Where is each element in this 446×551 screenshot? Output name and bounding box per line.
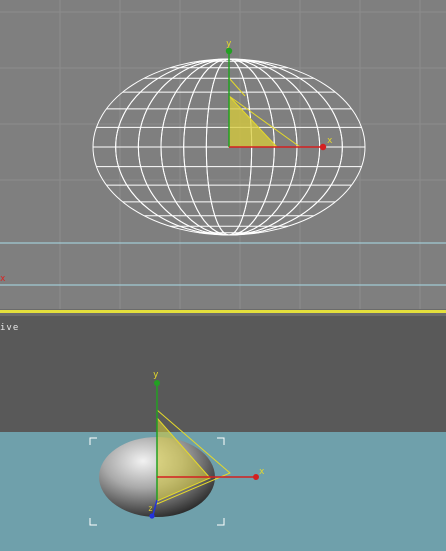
axis-x-label: x [327,136,333,146]
axis-z-label: z [148,504,153,513]
x-axis-tip[interactable] [319,143,327,151]
move-gizmo-icon[interactable]: y x [225,39,333,151]
z-axis-tip[interactable] [149,513,155,519]
y-axis-tip[interactable] [154,380,160,386]
viewport-grid [0,0,446,309]
viewport-edge-axis-label: x [0,274,6,284]
axis-y-label: y [226,39,232,49]
front-viewport[interactable]: y x x [0,0,446,309]
viewport-separator[interactable] [0,309,446,316]
axis-y-label: y [153,370,159,380]
perspective-viewport-canvas[interactable]: y x z [0,316,446,551]
perspective-viewport[interactable]: ive y x z [0,316,446,551]
active-viewport-border [0,310,446,313]
front-viewport-canvas[interactable]: y x [0,0,446,309]
axis-x-label: x [259,467,265,477]
